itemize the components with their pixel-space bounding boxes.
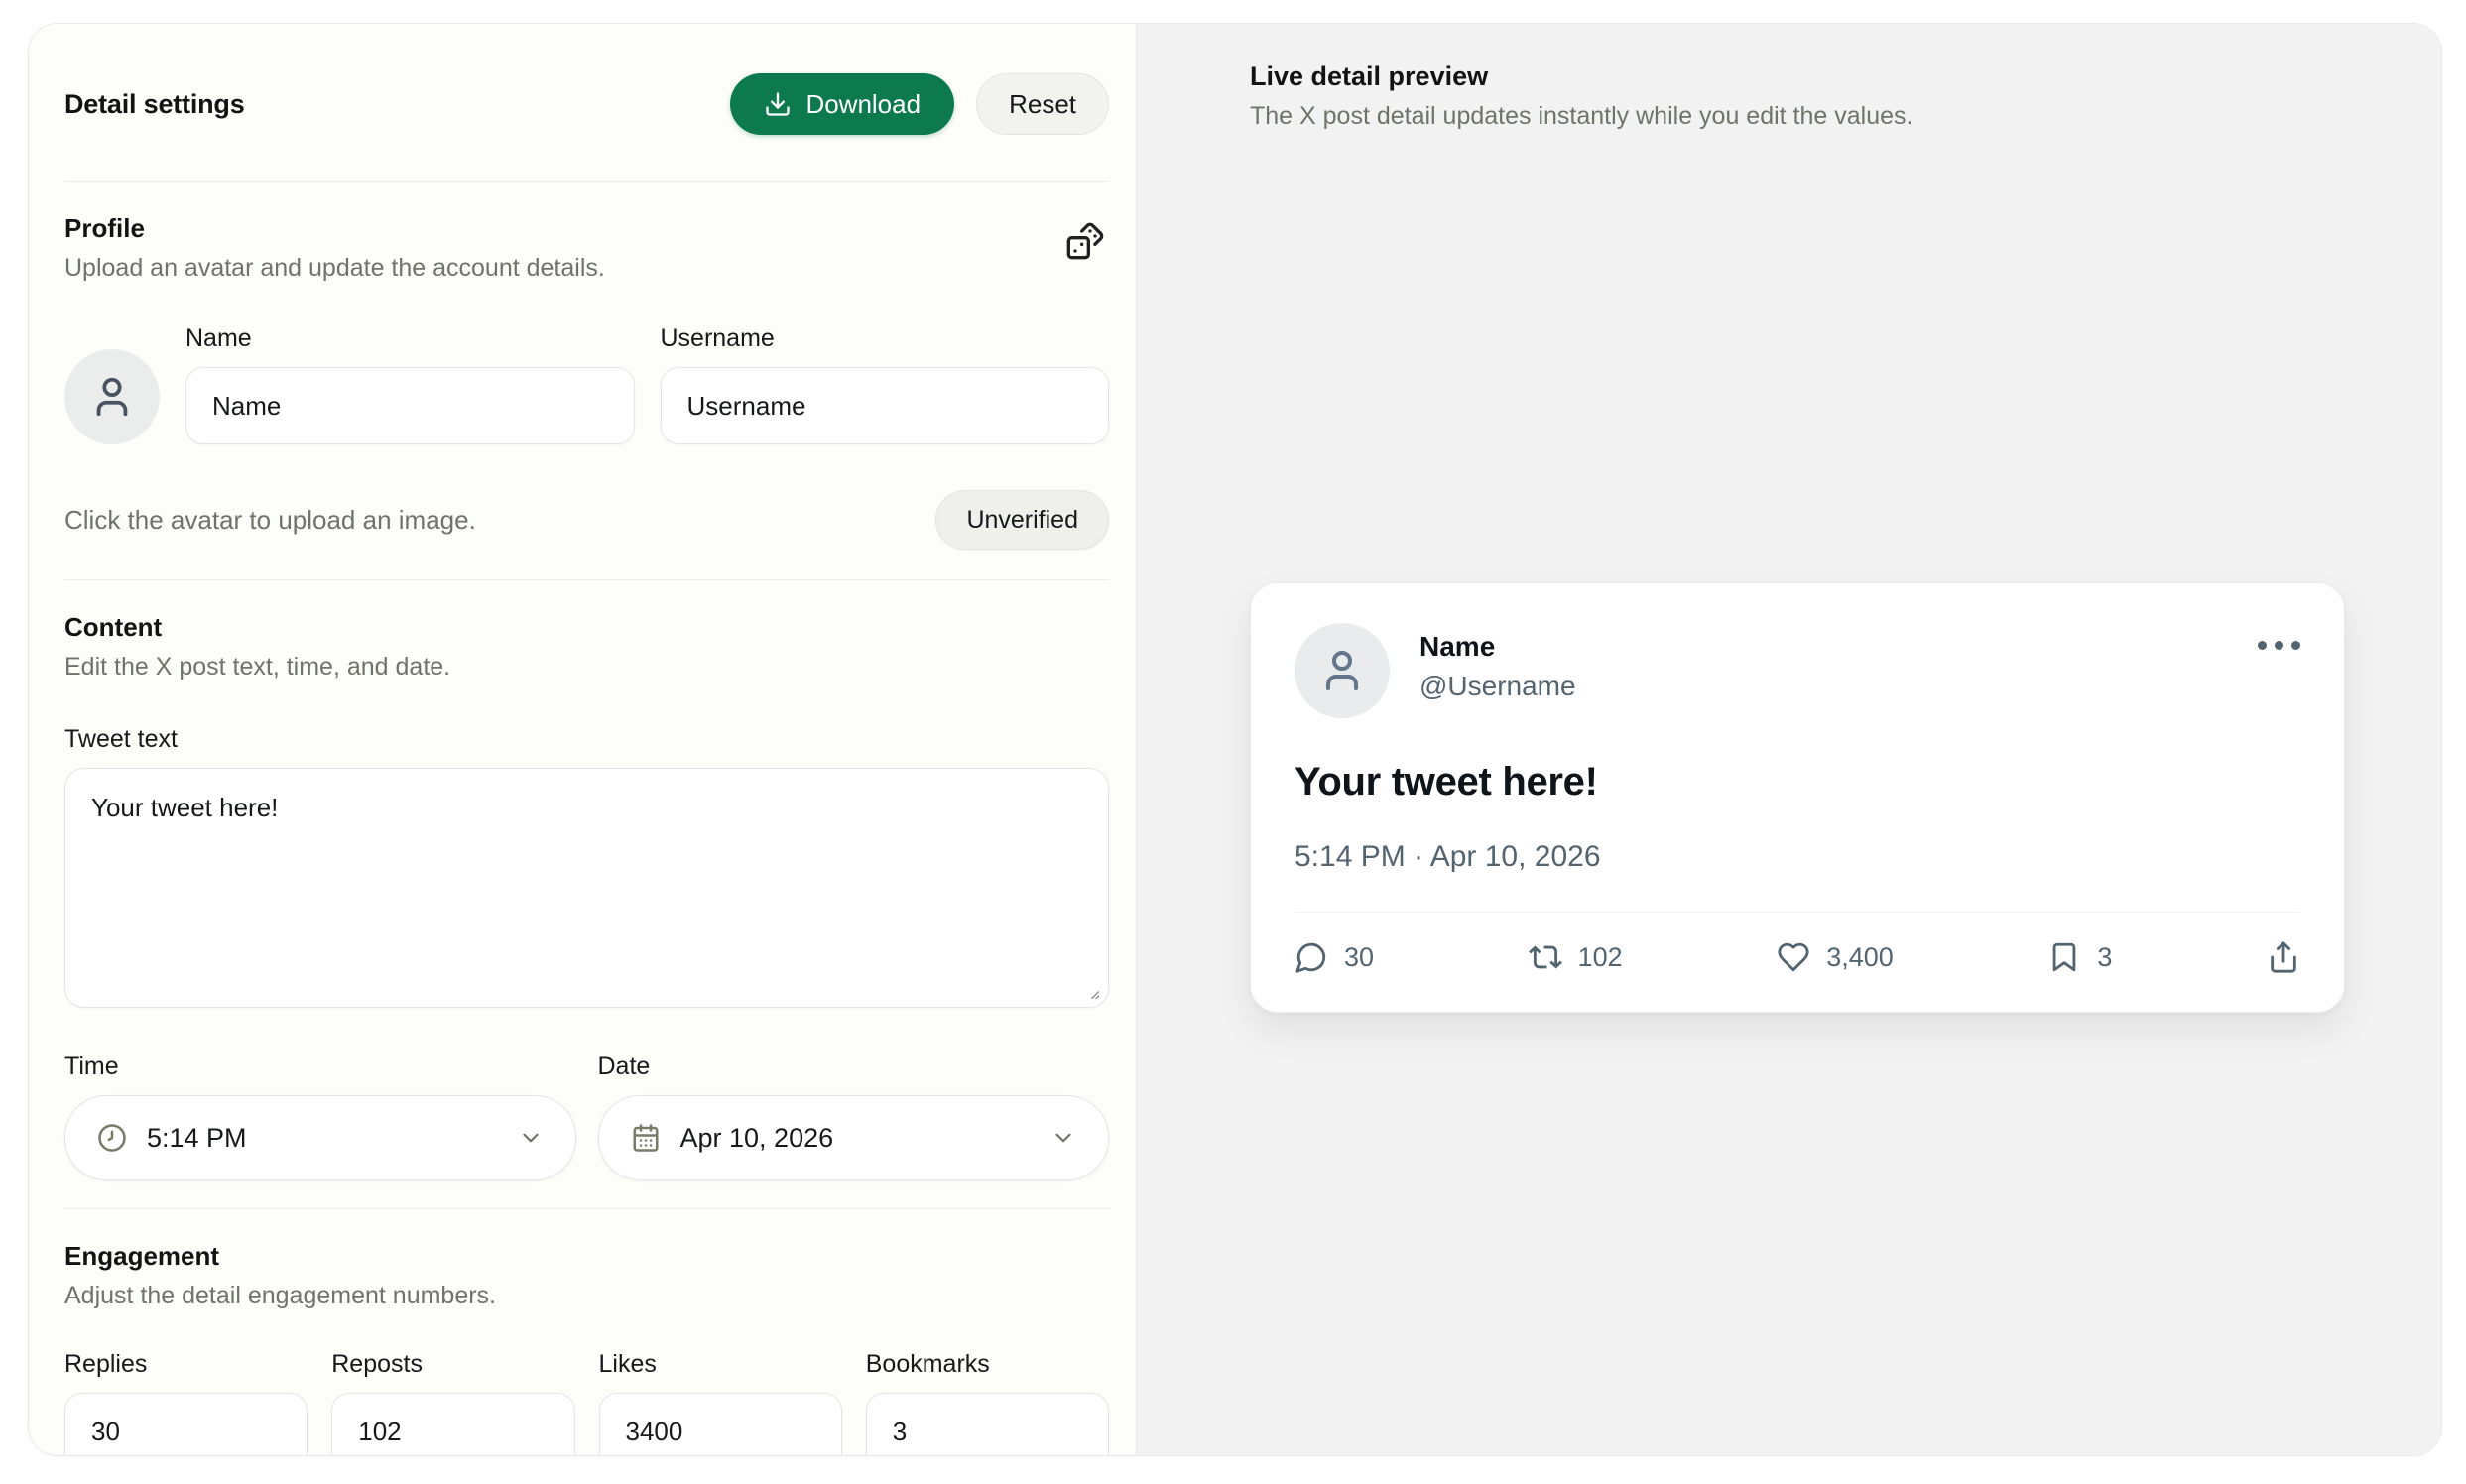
download-button-label: Download [805, 89, 921, 120]
page-title: Detail settings [64, 89, 245, 120]
chevron-down-icon [1050, 1125, 1076, 1151]
settings-header: Detail settings Download Reset [64, 73, 1109, 135]
bookmark-action: 3 [2047, 940, 2112, 974]
preview-subtitle: The X post detail updates instantly whil… [1250, 102, 2345, 131]
tweet-header: Name @Username [1295, 623, 2300, 718]
likes-label: Likes [599, 1350, 842, 1379]
randomize-button[interactable] [1061, 217, 1109, 265]
share-icon [2267, 940, 2300, 974]
section-divider [64, 579, 1109, 580]
section-divider [64, 181, 1109, 182]
repost-action: 102 [1529, 940, 1623, 974]
username-input[interactable] [661, 367, 1110, 444]
reply-icon [1295, 940, 1328, 974]
content-subtitle: Edit the X post text, time, and date. [64, 653, 450, 681]
settings-panel: Detail settings Download Reset Profile U… [29, 24, 1137, 1455]
time-select[interactable]: 5:14 PM [64, 1095, 576, 1180]
name-label: Name [185, 324, 635, 353]
engagement-subtitle: Adjust the detail engagement numbers. [64, 1282, 496, 1310]
profile-fields-row: Name Username [64, 324, 1109, 444]
username-field-group: Username [661, 324, 1110, 444]
tweet-text-label: Tweet text [64, 725, 1109, 754]
ellipsis-icon [2258, 641, 2300, 650]
section-divider [64, 1208, 1109, 1209]
tweet-timestamp: 5:14 PM · Apr 10, 2026 [1295, 840, 2300, 874]
app-card: Detail settings Download Reset Profile U… [28, 23, 2442, 1456]
tweet-identity: Name @Username [1419, 631, 1576, 702]
avatar-hint-row: Click the avatar to upload an image. Unv… [64, 490, 1109, 550]
reply-count: 30 [1344, 942, 1374, 973]
header-actions: Download Reset [730, 73, 1109, 135]
like-count: 3,400 [1826, 942, 1894, 973]
avatar-hint-text: Click the avatar to upload an image. [64, 505, 476, 536]
calendar-icon [631, 1123, 661, 1153]
likes-input[interactable] [599, 1393, 842, 1456]
content-heading: Content [64, 612, 450, 643]
date-select-value: Apr 10, 2026 [680, 1123, 1032, 1154]
time-label: Time [64, 1052, 576, 1081]
time-select-value: 5:14 PM [147, 1123, 498, 1154]
replies-field-group: Replies [64, 1350, 308, 1456]
tweet-textarea-wrap: Your tweet here! [64, 768, 1109, 1013]
replies-input[interactable] [64, 1393, 308, 1456]
bookmark-count: 3 [2097, 942, 2112, 973]
tweet-name: Name [1419, 631, 1576, 663]
likes-field-group: Likes [599, 1350, 842, 1456]
user-icon [1318, 647, 1366, 694]
share-action [2267, 940, 2300, 974]
date-select[interactable]: Apr 10, 2026 [598, 1095, 1110, 1180]
verified-toggle-button[interactable]: Unverified [935, 490, 1109, 550]
tweet-actions-row: 30 102 3,400 [1295, 913, 2300, 974]
engagement-heading: Engagement [64, 1241, 496, 1272]
download-button[interactable]: Download [730, 73, 954, 135]
tweet-username: @Username [1419, 671, 1576, 702]
date-field-group: Date Apr 10, 2026 [598, 1052, 1110, 1180]
name-input[interactable] [185, 367, 635, 444]
profile-section-header: Profile Upload an avatar and update the … [64, 213, 1109, 283]
engagement-fields-row: Replies Reposts Likes Bookmarks [64, 1350, 1109, 1456]
repost-icon [1529, 940, 1562, 974]
tweet-text: Your tweet here! [1295, 760, 2300, 804]
bookmarks-input[interactable] [866, 1393, 1109, 1456]
time-date-row: Time 5:14 PM Date Apr 10, [64, 1052, 1109, 1180]
reposts-field-group: Reposts [331, 1350, 574, 1456]
preview-title: Live detail preview [1250, 62, 2345, 92]
like-icon [1777, 940, 1810, 974]
reposts-label: Reposts [331, 1350, 574, 1379]
avatar-upload[interactable] [64, 349, 160, 444]
bookmark-icon [2047, 940, 2081, 974]
bookmarks-label: Bookmarks [866, 1350, 1109, 1379]
tweet-text-input[interactable]: Your tweet here! [64, 768, 1109, 1008]
like-action: 3,400 [1777, 940, 1894, 974]
engagement-section-header: Engagement Adjust the detail engagement … [64, 1241, 1109, 1310]
download-icon [764, 90, 792, 118]
time-field-group: Time 5:14 PM [64, 1052, 576, 1180]
user-icon [89, 374, 135, 420]
dice-icon [1065, 221, 1105, 261]
reply-action: 30 [1295, 940, 1374, 974]
reposts-input[interactable] [331, 1393, 574, 1456]
chevron-down-icon [518, 1125, 544, 1151]
tweet-avatar [1295, 623, 1390, 718]
replies-label: Replies [64, 1350, 308, 1379]
name-field-group: Name [185, 324, 635, 444]
profile-heading: Profile [64, 213, 605, 244]
repost-count: 102 [1578, 942, 1623, 973]
reset-button[interactable]: Reset [976, 73, 1109, 135]
date-label: Date [598, 1052, 1110, 1081]
preview-panel: Live detail preview The X post detail up… [1137, 24, 2442, 1455]
clock-icon [97, 1123, 127, 1153]
tweet-preview-card: Name @Username Your tweet here! 5:14 PM … [1250, 582, 2345, 1013]
profile-subtitle: Upload an avatar and update the account … [64, 254, 605, 283]
content-section-header: Content Edit the X post text, time, and … [64, 612, 1109, 681]
username-label: Username [661, 324, 1110, 353]
bookmarks-field-group: Bookmarks [866, 1350, 1109, 1456]
